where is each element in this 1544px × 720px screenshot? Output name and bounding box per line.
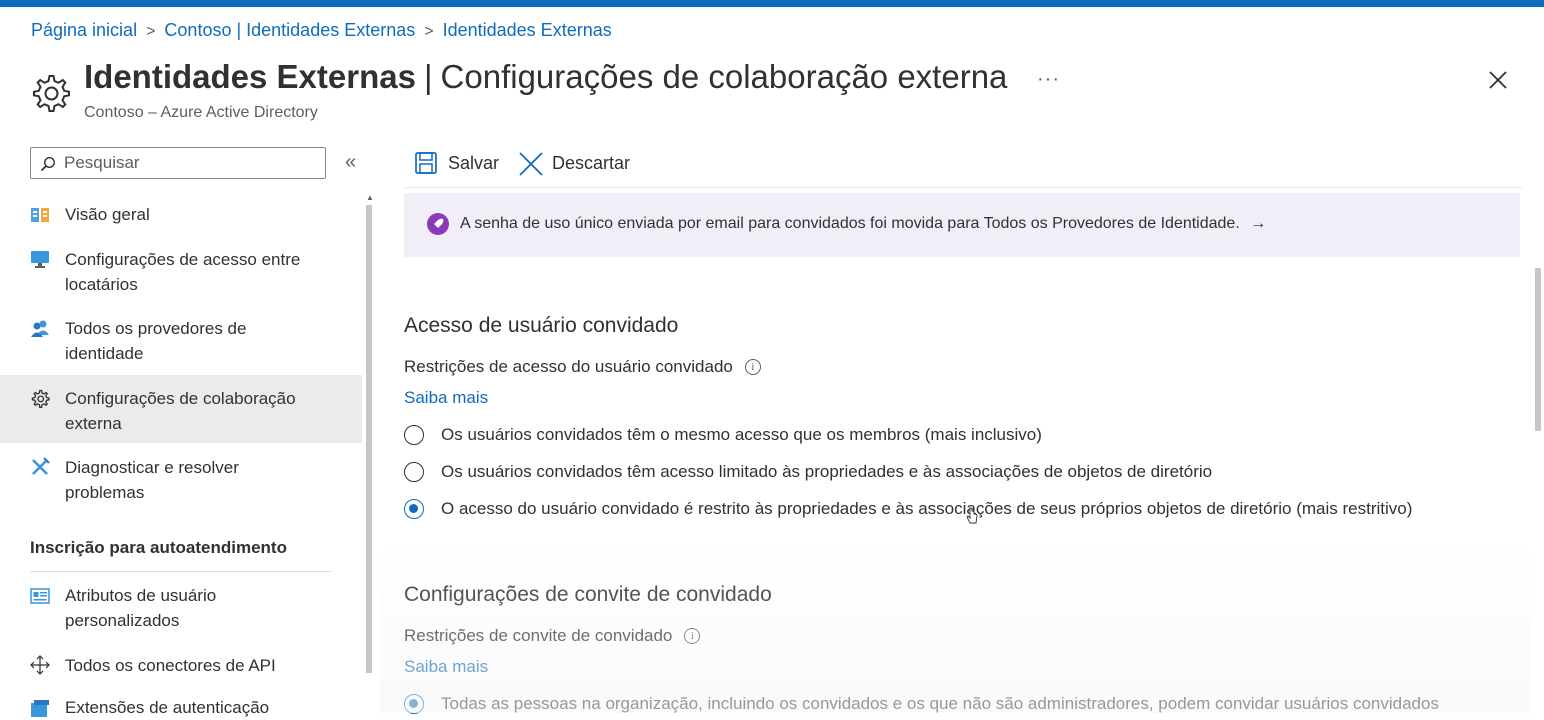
learn-more-link[interactable]: Saiba mais [404,657,488,677]
radio-label: Os usuários convidados têm o mesmo acess… [441,425,1042,444]
sidebar-item-label: externa [65,414,122,433]
guest-invite-restrictions-text: Restrições de convite de convidado [404,626,673,645]
scroll-up-arrow-icon[interactable]: ▲ [366,193,374,202]
toolbar-divider [404,187,1522,188]
sidebar-item-label: Configurações de acesso entre [65,250,301,269]
mouse-cursor-icon [966,507,978,524]
top-accent-bar [0,0,1544,7]
banner-text: A senha de uso único enviada por email p… [460,215,1266,233]
search-icon [40,156,56,172]
search-input[interactable] [64,152,319,174]
breadcrumb-external-identities-link[interactable]: Identidades Externas [443,20,612,40]
sidebar-item-label: personalizados [65,611,180,630]
gear-icon [33,75,70,112]
extension-icon [31,700,49,717]
save-label: Salvar [448,153,500,173]
sidebar-scrollbar[interactable]: ▲ [364,193,374,713]
radio-button[interactable] [404,462,424,482]
id-card-icon [30,588,50,604]
info-banner[interactable]: A senha de uso único enviada por email p… [404,193,1520,257]
radio-label: Todas as pessoas na organização, incluin… [441,694,1439,713]
page-subtitle: Contoso – Azure Active Directory [84,104,318,121]
sidebar-item-label: Diagnosticar e resolver [65,458,239,477]
sidebar-item-label: locatários [65,275,138,294]
info-icon[interactable]: i [744,359,761,375]
sidebar-item-label: Atributos de usuário [65,586,217,605]
breadcrumb-contoso-link[interactable]: Contoso | Identidades Externas [164,20,415,40]
sidebar-item-external-collaboration-settings[interactable]: Configurações de colaboração externa [0,375,362,443]
monitor-icon [31,251,49,268]
sidebar-item-label: problemas [65,483,145,502]
save-icon [415,152,437,174]
sidebar-item-label: Todos os conectores de API [65,656,276,675]
save-button[interactable]: Salvar [414,150,504,178]
more-options-button[interactable]: ··· [1037,68,1060,91]
radio-button[interactable] [404,425,424,445]
sidebar-item-all-identity-providers[interactable]: Todos os provedores de identidade [0,316,362,366]
collapse-sidebar-button[interactable]: « [345,151,356,174]
radio-label: Os usuários convidados têm acesso limita… [441,462,1213,481]
guest-access-restrictions-label: Restrições de acesso do usuário convidad… [404,357,761,377]
sidebar-section-divider [30,571,332,572]
guest-access-restrictions-text: Restrições de acesso do usuário convidad… [404,357,733,376]
sidebar-section-title: Inscrição para autoatendimento [30,538,287,557]
learn-more-link[interactable]: Saiba mais [404,388,488,408]
main-scrollbar-thumb[interactable] [1535,268,1541,431]
breadcrumb: Página inicial > Contoso | Identidades Ext… [31,20,612,41]
users-icon [31,320,49,337]
sidebar-item-label: identidade [65,344,144,363]
search-box[interactable] [30,147,326,179]
discard-button[interactable]: Descartar [518,150,638,178]
breadcrumb-separator: > [424,23,434,40]
sidebar-item-authentication-extensions[interactable]: Extensões de autenticação [0,695,362,720]
breadcrumb-home-link[interactable]: Página inicial [31,20,137,40]
sidebar-scrollbar-thumb[interactable] [366,205,372,673]
page-title-bold: Identidades Externas [84,58,416,95]
wrench-icon [32,457,50,475]
overview-icon [31,208,49,222]
info-icon[interactable]: i [684,628,701,644]
sidebar-item-overview[interactable]: Visão geral [0,202,362,227]
sidebar-item-label: Extensões de autenticação [65,698,270,717]
sidebar-item-custom-user-attributes[interactable]: Atributos de usuário personalizados [0,583,362,633]
page-title: Identidades Externas | Configurações de co… [84,58,1007,96]
rocket-icon [427,213,449,235]
guest-invite-heading: Configurações de convite de convidado [404,583,772,606]
sidebar-item-label: Configurações de colaboração [65,389,296,408]
discard-label: Descartar [552,153,631,173]
sidebar-item-api-connectors[interactable]: Todos os conectores de API [0,653,362,678]
sidebar-item-label: Todos os provedores de [65,319,247,338]
sidebar-item-diagnose-and-solve[interactable]: Diagnosticar e resolver problemas [0,455,362,505]
radio-button-selected[interactable] [404,499,424,519]
radio-label: O acesso do usuário convidado é restrito… [441,499,1413,518]
banner-message: A senha de uso único enviada por email p… [460,215,1240,232]
close-icon[interactable] [1484,66,1512,94]
main-scrollbar[interactable] [1532,258,1544,713]
discard-icon [519,152,543,176]
guest-access-heading: Acesso de usuário convidado [404,314,679,337]
sidebar-item-cross-tenant-access[interactable]: Configurações de acesso entre locatários [0,247,362,297]
api-connector-icon [30,655,50,675]
page-title-separator: | [423,58,433,95]
breadcrumb-separator: > [146,23,156,40]
gear-icon [31,389,50,408]
guest-invite-restrictions-label: Restrições de convite de convidado i [404,626,701,646]
sidebar-item-label: Visão geral [65,205,150,224]
page-title-rest: Configurações de colaboração externa [440,58,1008,95]
radio-button-selected[interactable] [404,694,424,714]
arrow-right-icon[interactable]: → [1250,215,1266,232]
